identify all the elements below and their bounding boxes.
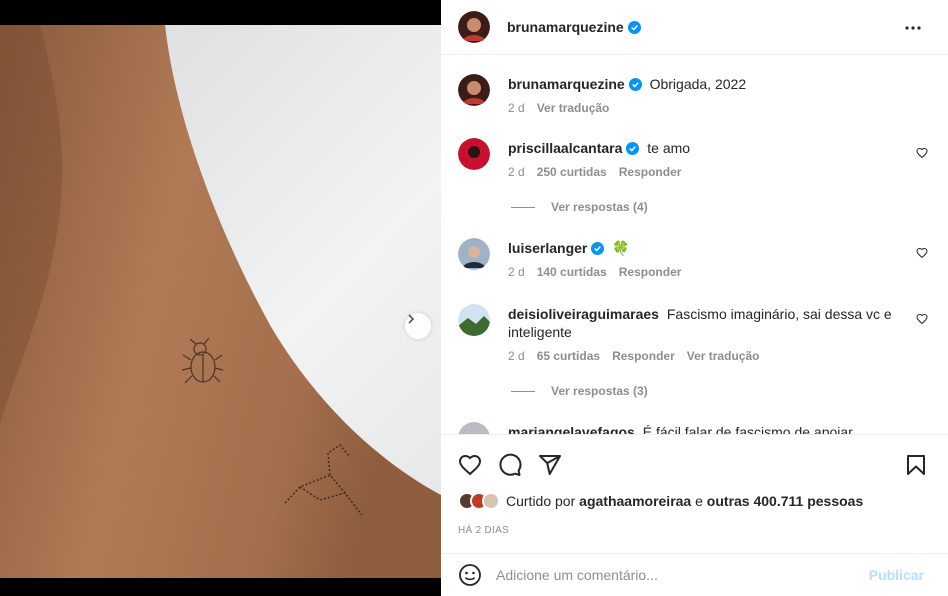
publish-button[interactable]: Publicar xyxy=(869,567,924,583)
caption-time[interactable]: 2 d xyxy=(508,99,525,117)
chevron-right-icon xyxy=(408,314,415,324)
post-timestamp[interactable]: HÁ 2 DIAS xyxy=(458,525,509,536)
commenter-avatar[interactable] xyxy=(458,422,490,434)
post-panel: brunamarquezine brunamarquezine Obrigada… xyxy=(441,0,948,596)
comments-list[interactable]: brunamarquezine Obrigada, 2022 2 d Ver t… xyxy=(441,56,948,434)
verified-badge-icon xyxy=(591,242,605,255)
comment-likes-count[interactable]: 65 curtidas xyxy=(537,347,600,365)
commenter-username[interactable]: luiserlanger xyxy=(508,240,587,256)
heart-icon[interactable] xyxy=(916,313,928,325)
post-actions: Curtido por agathaamoreiraa e outras 400… xyxy=(441,434,948,552)
commenter-username[interactable]: mariangelavefagos xyxy=(508,424,635,434)
liker-avatars xyxy=(458,492,500,510)
caption-text: Obrigada, 2022 xyxy=(649,76,747,92)
commenter-username[interactable]: priscillaalcantara xyxy=(508,140,622,156)
comment-time[interactable]: 2 d xyxy=(508,347,525,365)
more-horizontal-icon xyxy=(905,26,921,30)
view-replies-button[interactable]: Ver respostas (4) xyxy=(511,200,648,214)
comment-likes-count[interactable]: 250 curtidas xyxy=(537,163,607,181)
like-heart-icon[interactable] xyxy=(458,453,482,477)
caption-username[interactable]: brunamarquezine xyxy=(508,76,625,92)
heart-icon[interactable] xyxy=(916,147,928,159)
heart-icon[interactable] xyxy=(916,247,928,259)
comment-icon[interactable] xyxy=(498,453,522,477)
comment-text: 🍀 xyxy=(612,240,630,256)
commenter-avatar[interactable] xyxy=(458,238,490,270)
caption-translate-link[interactable]: Ver tradução xyxy=(537,99,610,117)
caption-avatar[interactable] xyxy=(458,74,490,106)
commenter-avatar[interactable] xyxy=(458,138,490,170)
post-photo[interactable] xyxy=(0,25,441,578)
carousel-next-button[interactable] xyxy=(405,313,431,339)
reply-button[interactable]: Responder xyxy=(619,263,682,281)
comment-composer: Publicar xyxy=(441,553,948,596)
comment-time[interactable]: 2 d xyxy=(508,263,525,281)
comment-text: É fácil falar de fascismo de apoiar xyxy=(642,424,853,434)
likes-middle: e xyxy=(695,493,703,509)
arm-tattoo-image xyxy=(0,25,441,578)
author-avatar[interactable] xyxy=(458,11,490,43)
likes-prefix: Curtido por xyxy=(506,493,576,509)
save-bookmark-icon[interactable] xyxy=(904,453,928,477)
reply-button[interactable]: Responder xyxy=(612,347,675,365)
view-replies-label: Ver respostas (4) xyxy=(551,200,648,214)
view-replies-button[interactable]: Ver respostas (3) xyxy=(511,384,648,398)
reply-button[interactable]: Responder xyxy=(619,163,682,181)
comment-input[interactable] xyxy=(496,567,856,583)
comment-time[interactable]: 2 d xyxy=(508,163,525,181)
more-options-button[interactable] xyxy=(904,19,922,42)
share-icon[interactable] xyxy=(538,453,562,477)
replies-divider xyxy=(511,390,535,392)
emoji-icon[interactable] xyxy=(458,563,482,587)
view-replies-label: Ver respostas (3) xyxy=(551,384,648,398)
commenter-avatar[interactable] xyxy=(458,304,490,336)
verified-badge-icon xyxy=(627,20,641,34)
replies-divider xyxy=(511,206,535,208)
comment-translate-link[interactable]: Ver tradução xyxy=(687,347,760,365)
likes-summary[interactable]: Curtido por agathaamoreiraa e outras 400… xyxy=(458,492,863,510)
verified-badge-icon xyxy=(626,142,640,155)
likes-user-link[interactable]: agathaamoreiraa xyxy=(579,493,691,509)
verified-badge-icon xyxy=(628,78,642,91)
comment-likes-count[interactable]: 140 curtidas xyxy=(537,263,607,281)
author-username[interactable]: brunamarquezine xyxy=(507,19,624,35)
post-header: brunamarquezine xyxy=(441,0,948,55)
likes-others-link[interactable]: outras 400.711 pessoas xyxy=(707,493,863,509)
comment-text: te amo xyxy=(647,140,691,156)
post-media xyxy=(0,0,441,596)
commenter-username[interactable]: deisioliveiraguimaraes xyxy=(508,306,659,322)
liker-avatar xyxy=(482,492,500,510)
